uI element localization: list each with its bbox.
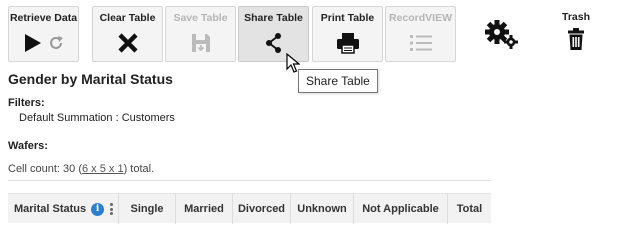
save-table-label: Save Table: [173, 12, 228, 24]
cell-count-text: Cell count: 30 (6 x 5 x 1) total.: [8, 163, 154, 175]
crosstab-table: Marital Status i Single Married Divorced…: [8, 180, 491, 224]
cell-count-prefix: Cell count: 30 (: [8, 163, 82, 175]
column-header[interactable]: Unknown: [290, 194, 353, 224]
share-table-label: Share Table: [244, 12, 303, 24]
trash-icon: [568, 28, 584, 50]
column-header[interactable]: Divorced: [232, 194, 290, 224]
play-icon: [25, 34, 41, 52]
share-table-tooltip: Share Table: [298, 69, 378, 93]
share-icon: [265, 33, 281, 53]
filters-heading: Filters:: [8, 97, 45, 109]
recordview-label: RecordVIEW: [388, 12, 452, 24]
clear-table-label: Clear Table: [99, 12, 156, 24]
save-table-button[interactable]: Save Table: [165, 6, 236, 62]
column-header[interactable]: Total: [447, 194, 491, 224]
clear-table-button[interactable]: Clear Table: [92, 6, 163, 62]
retrieve-data-label: Retrieve Data: [9, 12, 78, 24]
gears-icon: [485, 20, 518, 49]
column-header[interactable]: Married: [175, 194, 232, 224]
wafers-heading: Wafers:: [8, 140, 48, 152]
print-table-label: Print Table: [320, 12, 375, 24]
refresh-icon: [50, 36, 63, 49]
row-header-cell[interactable]: Marital Status i: [8, 194, 118, 224]
kebab-menu-icon[interactable]: [110, 202, 114, 217]
cell-count-link[interactable]: 6 x 5 x 1: [82, 163, 124, 175]
list-icon: [409, 35, 432, 51]
column-header[interactable]: Not Applicable: [353, 194, 447, 224]
retrieve-data-button[interactable]: Retrieve Data: [8, 6, 79, 62]
save-icon: [191, 34, 210, 52]
print-table-button[interactable]: Print Table: [312, 6, 383, 62]
close-icon: [117, 33, 138, 53]
row-header-label: Marital Status: [14, 203, 87, 215]
page-title: Gender by Marital Status: [8, 71, 173, 87]
printer-icon: [336, 33, 359, 54]
table-header-row: Marital Status i Single Married Divorced…: [8, 193, 491, 224]
settings-button[interactable]: [480, 6, 524, 62]
filter-value[interactable]: Default Summation : Customers: [19, 112, 175, 124]
trash-button[interactable]: Trash: [556, 6, 596, 62]
recordview-button[interactable]: RecordVIEW: [385, 6, 456, 62]
trash-label: Trash: [561, 11, 590, 23]
cell-count-suffix: ) total.: [123, 163, 155, 175]
column-header[interactable]: Single: [118, 194, 175, 224]
info-icon[interactable]: i: [91, 202, 105, 216]
